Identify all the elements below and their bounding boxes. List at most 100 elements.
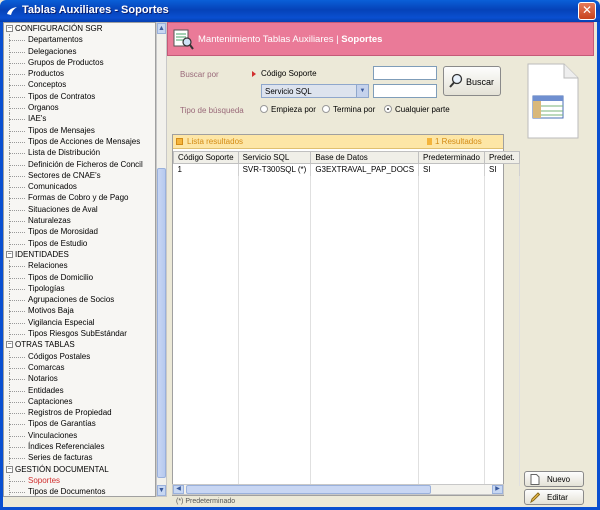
tree-item[interactable]: Series de facturas xyxy=(4,452,155,464)
page-title: Mantenimiento Tablas Auxiliares | Soport… xyxy=(198,34,383,45)
scroll-thumb[interactable] xyxy=(157,168,166,478)
table-search-icon xyxy=(173,29,194,50)
tree-item[interactable]: Motivos Baja xyxy=(4,305,155,317)
magnifier-icon xyxy=(449,73,463,88)
tree-item[interactable]: Comunicados xyxy=(4,181,155,193)
empty-row xyxy=(173,305,520,316)
tree-item[interactable]: Tipos de Garantías xyxy=(4,418,155,430)
empty-row xyxy=(173,285,520,296)
tree-item[interactable]: Lista de Distribución xyxy=(4,147,155,159)
tree-item[interactable]: Notarios xyxy=(4,373,155,385)
codigo-soporte-label: Código Soporte xyxy=(261,69,317,78)
column-header[interactable]: Código Soporte xyxy=(173,151,239,164)
collapse-icon[interactable]: − xyxy=(6,341,13,349)
tree-item[interactable]: IAE's xyxy=(4,113,155,125)
tree-item[interactable]: Comarcas xyxy=(4,361,155,374)
empty-row xyxy=(173,355,520,366)
buscar-button[interactable]: Buscar xyxy=(443,66,501,96)
empty-row xyxy=(173,385,520,396)
empty-row xyxy=(173,435,520,446)
column-header[interactable]: Predet. xyxy=(483,151,520,164)
tree-item[interactable]: Agrupaciones de Socios xyxy=(4,294,155,306)
tree-item[interactable]: Captaciones xyxy=(4,395,155,408)
table-cell: SVR-T300SQL (*) xyxy=(238,163,312,176)
results-grid: Lista resultados 1 Resultados Código Sop… xyxy=(172,134,520,496)
tree-item[interactable]: Naturalezas xyxy=(4,215,155,227)
grid-horizontal-scrollbar[interactable]: ◀ ▶ xyxy=(172,484,504,495)
chevron-down-icon[interactable]: ▼ xyxy=(356,85,368,97)
tree-item[interactable]: Tipologías xyxy=(4,282,155,295)
horizontal-scroll-thumb[interactable] xyxy=(186,485,431,494)
nuevo-button[interactable]: Nuevo xyxy=(524,471,584,487)
tree-item[interactable]: Índices Referenciales xyxy=(4,440,155,453)
empty-row xyxy=(173,195,520,206)
tree-item[interactable]: Definición de Ficheros de Concil xyxy=(4,158,155,170)
tree-item[interactable]: Situaciones de Aval xyxy=(4,203,155,216)
column-header[interactable]: Base de Datos xyxy=(310,151,420,164)
tree-item[interactable]: Organos xyxy=(4,102,155,114)
column-header[interactable]: Predeterminado xyxy=(418,151,485,164)
tree-item[interactable]: Tipos de Estudio xyxy=(4,237,155,249)
tree-group[interactable]: − OTRAS TABLAS xyxy=(4,339,155,350)
scroll-down-icon[interactable]: ▼ xyxy=(157,485,166,496)
collapse-icon[interactable]: − xyxy=(6,465,13,473)
empty-row xyxy=(173,175,520,186)
tree-group[interactable]: − GESTIÓN DOCUMENTAL xyxy=(4,464,155,475)
tree-item[interactable]: Códigos Postales xyxy=(4,350,155,362)
tree-item[interactable]: Productos xyxy=(4,68,155,80)
tree-item[interactable]: Tipos Riesgos SubEstándar xyxy=(4,328,155,340)
close-button[interactable]: ✕ xyxy=(578,2,596,20)
codigo-soporte-input[interactable] xyxy=(373,66,437,80)
empty-row xyxy=(173,295,520,306)
tree-item[interactable]: Vigilancia Especial xyxy=(4,316,155,329)
empty-row xyxy=(173,265,520,276)
tree-group[interactable]: − CONFIGURACIÓN SGR xyxy=(4,23,155,34)
table-cell: 1 xyxy=(173,163,239,176)
tree-item[interactable]: Grupos de Productos xyxy=(4,56,155,69)
table-cell: SI xyxy=(484,163,520,176)
radio-empieza-por[interactable]: Empieza por xyxy=(260,105,316,114)
scroll-right-icon[interactable]: ▶ xyxy=(492,485,503,494)
empty-row xyxy=(173,245,520,256)
results-count: 1 Resultados xyxy=(435,137,482,146)
tree-item[interactable]: Tipos de Morosidad xyxy=(4,226,155,238)
tree-item[interactable]: Vinculaciones xyxy=(4,429,155,441)
tree-scrollbar[interactable]: ▲ ▼ xyxy=(156,22,167,497)
column-header[interactable]: Servicio SQL xyxy=(237,151,312,164)
scroll-up-icon[interactable]: ▲ xyxy=(157,23,166,34)
editar-button[interactable]: Editar xyxy=(524,489,584,505)
title-bar: Tablas Auxiliares - Soportes ✕ xyxy=(0,0,600,22)
tree-item[interactable]: Tipos de Mensajes xyxy=(4,124,155,136)
empty-row xyxy=(173,215,520,226)
tree-item[interactable]: Formas de Cobro y de Pago xyxy=(4,192,155,204)
buscar-por-label: Buscar por xyxy=(180,70,219,79)
tree-group[interactable]: − IDENTIDADES xyxy=(4,249,155,260)
arrow-right-icon xyxy=(252,71,256,77)
tree-item[interactable]: Relaciones xyxy=(4,260,155,272)
tree-item[interactable]: Delegaciones xyxy=(4,45,155,57)
tree-item[interactable]: Conceptos xyxy=(4,79,155,91)
field-select[interactable]: Servicio SQL ▼ xyxy=(261,84,369,98)
scroll-left-icon[interactable]: ◀ xyxy=(173,485,184,494)
collapse-icon[interactable]: − xyxy=(6,250,13,258)
empty-row xyxy=(173,225,520,236)
tree-item[interactable]: Registros de Propiedad xyxy=(4,407,155,419)
tree-item[interactable]: Soportes xyxy=(4,474,155,487)
collapse-icon[interactable]: − xyxy=(6,25,13,32)
tree-item[interactable]: Sectores de CNAE's xyxy=(4,169,155,182)
table-row[interactable]: 1 SVR-T300SQL (*) G3EXTRAVAL_PAP_DOCS SI SI xyxy=(173,163,520,176)
tree-item[interactable]: Departamentos xyxy=(4,34,155,46)
tree-item[interactable]: Tipos de Contratos xyxy=(4,90,155,103)
tree-item[interactable]: Tipos de Domicilio xyxy=(4,271,155,283)
radio-cualquier-parte[interactable]: Cualquier parte xyxy=(384,105,450,114)
table-cell: SI xyxy=(418,163,485,176)
empty-row xyxy=(173,185,520,196)
radio-termina-por[interactable]: Termina por xyxy=(322,105,375,114)
tree-item[interactable]: Tipos de Documentos xyxy=(4,486,155,496)
empty-row xyxy=(173,395,520,406)
results-label: Lista resultados xyxy=(187,137,244,146)
servicio-sql-input[interactable] xyxy=(373,84,437,98)
app-icon xyxy=(7,7,17,15)
tree-item[interactable]: Tipos de Acciones de Mensajes xyxy=(4,135,155,148)
tree-item[interactable]: Entidades xyxy=(4,384,155,396)
